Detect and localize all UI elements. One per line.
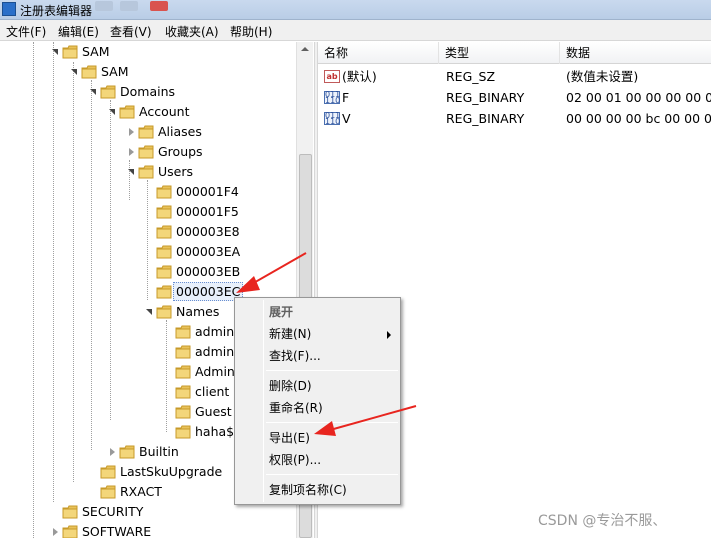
annotation-arrows [236, 252, 417, 436]
arrow-to-selected-key [236, 252, 307, 293]
arrow-to-export [314, 405, 417, 436]
watermark-text: CSDN @专治不服、 [538, 513, 667, 529]
